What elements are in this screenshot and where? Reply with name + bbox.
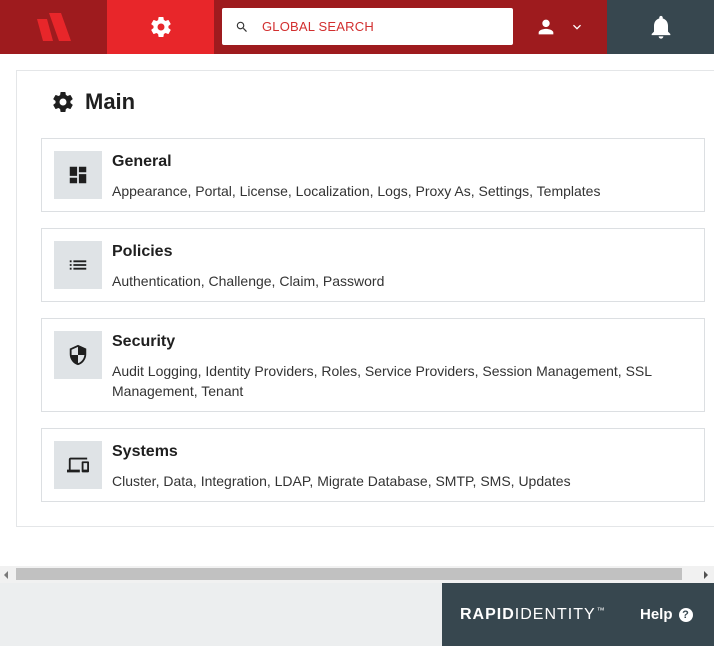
scrollbar-thumb[interactable] — [16, 568, 682, 580]
list-icon — [69, 260, 87, 270]
scroll-left-arrow-icon[interactable] — [4, 571, 8, 579]
card-systems[interactable]: Systems Cluster, Data, Integration, LDAP… — [41, 428, 705, 502]
card-title: Policies — [112, 243, 173, 260]
footer-brand-bar: RAPIDIDENTITY™ Help ? — [442, 583, 714, 646]
card-description: Audit Logging, Identity Providers, Roles… — [112, 363, 652, 399]
card-security[interactable]: Security Audit Logging, Identity Provide… — [41, 318, 705, 412]
help-label: Help — [640, 606, 673, 623]
main-panel: Main General Appearance, Portal, License… — [16, 70, 714, 527]
help-link[interactable]: Help ? — [640, 583, 693, 646]
card-policies[interactable]: Policies Authentication, Challenge, Clai… — [41, 228, 705, 302]
search-icon — [222, 8, 262, 45]
card-description: Authentication, Challenge, Claim, Passwo… — [112, 273, 385, 289]
brand-light: IDENTITY — [514, 605, 596, 623]
footer: RAPIDIDENTITY™ Help ? — [0, 583, 714, 646]
person-icon — [538, 19, 554, 35]
shield-icon — [69, 344, 87, 366]
user-menu-button[interactable] — [513, 0, 607, 54]
gear-icon — [53, 92, 73, 113]
card-title: General — [112, 153, 172, 170]
rapididentity-logo-icon — [36, 13, 71, 41]
page-title: Main — [51, 89, 135, 115]
scroll-right-arrow-icon[interactable] — [704, 571, 708, 579]
card-title: Security — [112, 333, 176, 350]
page-title-text: Main — [85, 89, 136, 114]
card-icon-box — [54, 241, 102, 289]
horizontal-scrollbar[interactable] — [0, 566, 714, 583]
brand-wordmark: RAPIDIDENTITY™ — [460, 606, 606, 624]
card-description: Appearance, Portal, License, Localizatio… — [112, 183, 601, 199]
global-search-box — [222, 8, 513, 45]
global-search-input[interactable] — [262, 8, 502, 45]
card-icon-box — [54, 441, 102, 489]
help-circle-icon: ? — [678, 607, 693, 622]
card-icon-box — [54, 151, 102, 199]
notifications-button[interactable] — [607, 0, 714, 54]
settings-button[interactable] — [107, 0, 214, 54]
devices-icon — [67, 457, 89, 473]
brand-trademark: ™ — [596, 605, 606, 615]
app-logo[interactable] — [0, 0, 107, 54]
bell-icon — [651, 15, 670, 39]
gear-icon — [150, 17, 171, 38]
dashboard-icon — [69, 166, 87, 184]
card-description: Cluster, Data, Integration, LDAP, Migrat… — [112, 473, 571, 489]
card-icon-box — [54, 331, 102, 379]
card-general[interactable]: General Appearance, Portal, License, Loc… — [41, 138, 705, 212]
card-title: Systems — [112, 443, 178, 460]
brand-bold: RAPID — [460, 605, 515, 623]
top-navigation-bar — [0, 0, 714, 54]
chevron-down-icon — [573, 24, 581, 30]
